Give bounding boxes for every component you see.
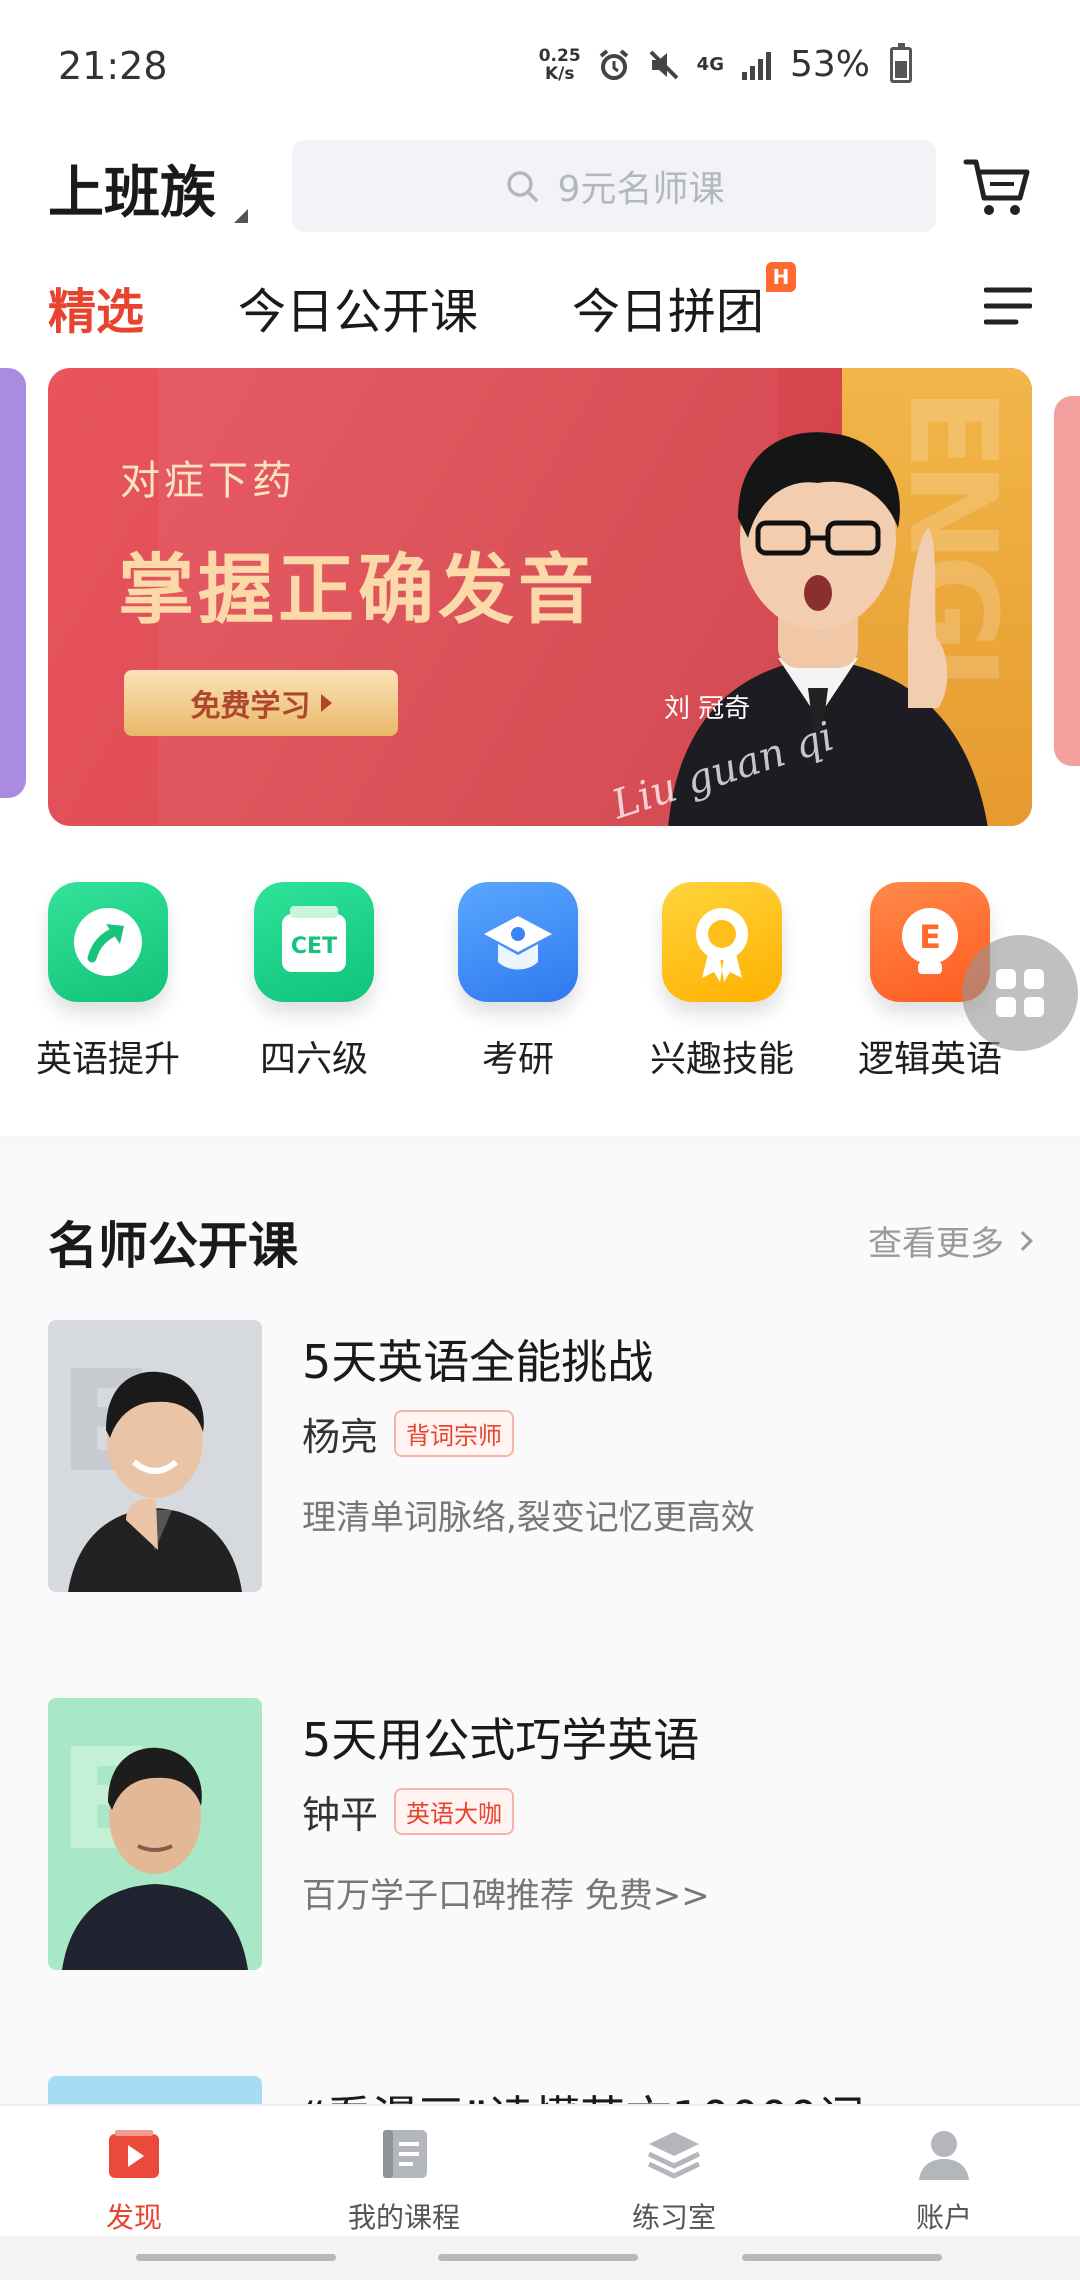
top-tabs: 精选 今日公开课 今日拼团 H: [0, 260, 1080, 350]
grid-dot: [1024, 997, 1044, 1017]
free-study-label: 免费学习: [190, 689, 311, 724]
course-description: 理清单词脉络,裂变记忆更高效: [302, 1498, 755, 1538]
gesture-bar: [0, 2236, 1080, 2280]
category-grid: 英语提升 CET 四六级 考研 兴趣技能 E 逻辑英语: [0, 870, 1080, 1110]
gesture-handle[interactable]: [136, 2254, 336, 2261]
nav-label: 练习室: [631, 2201, 716, 2234]
category-interest[interactable]: 兴趣技能: [622, 882, 822, 1082]
teacher-name: 杨亮: [302, 1415, 379, 1459]
grid-dot: [996, 997, 1016, 1017]
arrow-up-icon: [48, 882, 168, 1002]
course-thumbnail: E: [48, 1320, 262, 1592]
tab-open-class[interactable]: 今日公开课: [238, 272, 478, 342]
audience-label: 上班族: [48, 161, 216, 226]
layers-icon: [647, 2132, 701, 2179]
nav-account[interactable]: 账户: [844, 2128, 1044, 2236]
category-label: 考研: [481, 1039, 554, 1080]
audience-selector[interactable]: 上班族: [48, 148, 248, 229]
status-icons: 0.25 K/s 4G 53%: [539, 42, 912, 85]
net-speed-value: 0.25: [538, 45, 581, 66]
menu-icon[interactable]: [984, 286, 1032, 326]
signal-icon: [741, 51, 771, 80]
floating-grid-button[interactable]: [962, 935, 1078, 1051]
nav-label: 账户: [915, 2201, 972, 2234]
tab-label: 今日拼团: [572, 284, 765, 340]
nav-label: 我的课程: [347, 2201, 460, 2234]
alarm-icon: [599, 48, 628, 80]
play-arrow-icon: [320, 694, 332, 712]
net-speed-unit: K/s: [544, 63, 575, 84]
banner-next-peek: [1054, 396, 1080, 766]
tab-featured[interactable]: 精选: [48, 272, 144, 342]
banner-slide[interactable]: ENGL 对症下药 掌握正确发音 免费学习 刘 冠奇 Liu guan qi: [48, 368, 1032, 826]
course-card[interactable]: E 5天英语全能挑战 杨亮 背词宗师 理清单词脉络,裂变记忆更高效: [48, 1320, 1032, 1592]
category-label: 兴趣技能: [649, 1039, 794, 1080]
cart-icon[interactable]: [962, 154, 1032, 220]
category-cet[interactable]: CET 四六级: [214, 882, 414, 1082]
tab-label: 精选: [48, 284, 145, 340]
tab-label: 今日公开课: [238, 284, 479, 340]
graduation-cap-icon: [458, 882, 578, 1002]
tab-group-buy[interactable]: 今日拼团 H: [572, 262, 797, 342]
category-label: 英语提升: [35, 1039, 180, 1080]
category-english-up[interactable]: 英语提升: [8, 882, 208, 1082]
see-more-link[interactable]: 查看更多: [868, 1216, 1033, 1265]
status-time: 21:28: [58, 44, 168, 88]
course-teacher: 钟平 英语大咖: [302, 1784, 515, 1839]
grid-dot: [1024, 969, 1044, 989]
net-speed: 0.25 K/s: [539, 47, 581, 83]
teacher-tag: 背词宗师: [394, 1410, 515, 1457]
course-teacher: 杨亮 背词宗师: [302, 1406, 515, 1461]
course-card[interactable]: E 5天用公式巧学英语 钟平 英语大咖 百万学子口碑推荐 免费>>: [48, 1698, 1032, 1970]
mute-icon: [649, 50, 679, 79]
search-bar[interactable]: 9元名师课: [292, 140, 936, 232]
status-bar: 21:28 0.25 K/s 4G 53%: [0, 0, 1080, 130]
section-title: 名师公开课: [48, 1217, 298, 1275]
banner-carousel[interactable]: ENGL 对症下药 掌握正确发音 免费学习 刘 冠奇 Liu guan qi: [0, 368, 1080, 828]
nav-discover[interactable]: 发现: [34, 2128, 234, 2236]
bottom-navigation: 发现 我的课程 练习室 账户: [0, 2104, 1080, 2236]
course-title: 5天用公式巧学英语: [302, 1713, 700, 1767]
course-thumbnail: E: [48, 1698, 262, 1970]
network-type: 4G: [696, 54, 724, 75]
hot-badge: H: [766, 262, 797, 292]
banner-teacher-name: 刘 冠奇: [664, 694, 751, 724]
section-divider: [0, 1136, 1080, 1144]
teacher-tag: 英语大咖: [394, 1788, 515, 1835]
medal-icon: [662, 882, 782, 1002]
nav-my-courses[interactable]: 我的课程: [304, 2128, 504, 2236]
nav-label: 发现: [105, 2201, 162, 2234]
battery-percent: 53%: [789, 44, 870, 85]
free-study-button[interactable]: 免费学习: [124, 670, 398, 736]
banner-prev-peek: [0, 368, 26, 798]
chevron-right-icon: [1013, 1230, 1033, 1251]
gesture-handle[interactable]: [438, 2254, 638, 2261]
course-description: 百万学子口碑推荐 免费>>: [302, 1876, 710, 1916]
dropdown-triangle-icon: [234, 209, 248, 223]
category-postgrad[interactable]: 考研: [418, 882, 618, 1082]
gesture-handle[interactable]: [742, 2254, 942, 2261]
nav-practice-room[interactable]: 练习室: [574, 2128, 774, 2236]
discover-icon: [109, 2130, 159, 2178]
search-placeholder: 9元名师课: [557, 169, 725, 210]
search-icon: [506, 171, 538, 202]
banner-subtitle: 对症下药: [120, 458, 296, 504]
battery-icon: [890, 42, 912, 83]
category-label: 四六级: [259, 1039, 368, 1080]
app-header: 上班族 9元名师课: [0, 130, 1080, 240]
teacher-name: 钟平: [302, 1793, 379, 1837]
book-icon: [383, 2130, 427, 2178]
cet-icon-text: CET: [291, 934, 337, 959]
famous-teacher-section: 名师公开课 查看更多 E 5天英语全能挑战 杨亮 背词宗师 理清单词脉络,裂变记…: [0, 1144, 1080, 2280]
bulb-e-icon-text: E: [919, 918, 941, 956]
banner-title: 掌握正确发音: [118, 545, 598, 634]
course-title: 5天英语全能挑战: [302, 1335, 654, 1389]
user-icon: [919, 2131, 969, 2180]
grid-dot: [996, 969, 1016, 989]
see-more-label: 查看更多: [868, 1224, 1004, 1264]
cet-icon: CET: [254, 882, 374, 1002]
